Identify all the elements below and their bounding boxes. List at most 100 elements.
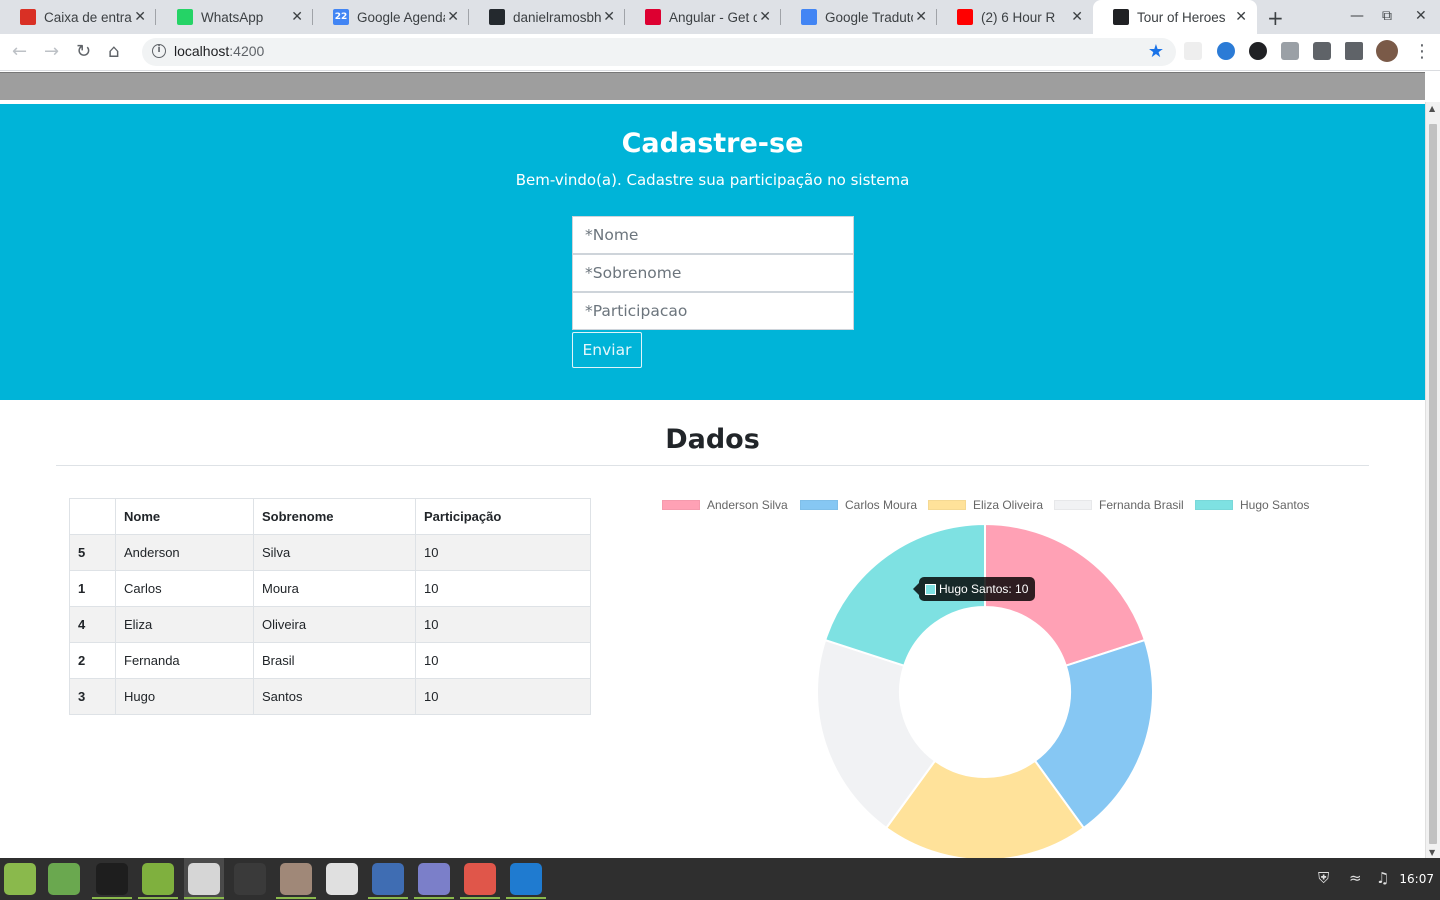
back-arrow-icon[interactable]: ← — [12, 41, 27, 62]
whatsapp-icon — [177, 9, 193, 25]
enviar-button[interactable]: Enviar — [572, 332, 642, 368]
tab-close-icon[interactable]: ✕ — [1235, 9, 1247, 25]
image-viewer-icon[interactable] — [464, 863, 496, 895]
chrome-icon[interactable] — [188, 863, 220, 895]
tooltip-caret — [913, 583, 919, 595]
camera-app-icon[interactable] — [280, 863, 312, 895]
legend-item[interactable]: Carlos Moura — [800, 498, 917, 512]
forward-arrow-icon[interactable]: → — [44, 41, 59, 62]
participacao-input[interactable] — [572, 292, 854, 330]
tab-close-icon[interactable]: ✕ — [291, 9, 303, 25]
sound-icon[interactable]: ♫ — [1376, 869, 1389, 887]
calculator-icon[interactable] — [234, 863, 266, 895]
gmail-icon — [20, 9, 36, 25]
extension-angular-icon[interactable] — [1249, 42, 1267, 60]
browser-tab-strip: + — ⧉ ✕ Caixa de entrada✕WhatsApp✕ 22 Goog… — [0, 0, 1440, 34]
browser-tab[interactable]: Google Tradutor ✕ — [781, 0, 937, 34]
nome-input[interactable] — [572, 216, 854, 254]
shield-icon[interactable]: ⛨ — [1318, 869, 1329, 887]
cell-sobrenome: Silva — [253, 534, 416, 571]
menu-kebab-icon[interactable]: ⋮ — [1413, 41, 1431, 62]
header-index — [69, 498, 116, 535]
browser-tab[interactable]: Caixa de entrada✕ — [0, 0, 156, 34]
address-bar[interactable]: i localhost:4200 ★ — [142, 38, 1176, 66]
translate-icon — [801, 9, 817, 25]
bookmark-star-icon[interactable]: ★ — [1148, 41, 1164, 62]
profile-avatar[interactable] — [1376, 40, 1398, 62]
browser-tab[interactable]: danielramosbh ✕ — [469, 0, 625, 34]
legend-label: Fernanda Brasil — [1099, 498, 1184, 512]
tab-close-icon[interactable]: ✕ — [603, 9, 615, 25]
sobrenome-input[interactable] — [572, 254, 854, 292]
extension-wave-icon[interactable] — [1184, 42, 1202, 60]
browser-tab[interactable]: Angular - Get d ✕ — [625, 0, 781, 34]
browser-tab[interactable]: (2) 6 Hour R ✕ — [937, 0, 1093, 34]
cell-sobrenome: Moura — [253, 570, 416, 607]
files-icon[interactable] — [142, 863, 174, 895]
running-indicator — [460, 897, 500, 899]
close-window-icon[interactable]: ✕ — [1415, 8, 1427, 24]
text-editor-icon[interactable] — [418, 863, 450, 895]
maximize-window-icon[interactable]: ⧉ — [1382, 8, 1392, 24]
legend-item[interactable]: Anderson Silva — [662, 498, 788, 512]
dados-title: Dados — [665, 424, 760, 455]
tab-title: danielramosbh — [513, 9, 601, 25]
webcam-icon[interactable] — [326, 863, 358, 895]
browser-tab[interactable]: Tour of Heroes ✕ — [1093, 0, 1257, 34]
table-header-row: Nome Sobrenome Participação — [69, 498, 591, 535]
minimize-window-icon[interactable]: — — [1350, 8, 1364, 24]
os-taskbar: ⛨ ≈ ♫ 16:07 — [0, 858, 1440, 900]
tab-separator — [155, 9, 156, 25]
tab-close-icon[interactable]: ✕ — [1071, 9, 1083, 25]
tab-close-icon[interactable]: ✕ — [759, 9, 771, 25]
extensions-puzzle-icon[interactable] — [1313, 42, 1331, 60]
site-info-icon[interactable]: i — [152, 44, 166, 58]
page-viewport: Cadastre-se Bem-vindo(a). Cadastre sua p… — [0, 72, 1440, 858]
scroll-up-arrow-icon[interactable]: ▲ — [1429, 104, 1435, 113]
tab-close-icon[interactable]: ✕ — [134, 9, 146, 25]
legend-label: Hugo Santos — [1240, 498, 1310, 512]
reload-icon[interactable]: ↻ — [76, 41, 91, 62]
home-icon[interactable]: ⌂ — [108, 41, 119, 62]
row-index: 2 — [69, 642, 116, 679]
mint-menu-icon[interactable] — [4, 863, 36, 895]
extension-blue-icon[interactable] — [1217, 42, 1235, 60]
running-indicator — [138, 897, 178, 899]
browser-tab[interactable]: 22 Google Agenda ✕ — [313, 0, 469, 34]
vscode-icon[interactable] — [510, 863, 542, 895]
table-row: 4 Eliza Oliveira 10 — [69, 606, 591, 643]
calendar-icon: 22 — [333, 9, 349, 25]
media-control-icon[interactable] — [1345, 42, 1363, 60]
legend-item[interactable]: Fernanda Brasil — [1054, 498, 1184, 512]
cell-sobrenome: Oliveira — [253, 606, 416, 643]
cell-participacao: 10 — [415, 534, 591, 571]
tab-close-icon[interactable]: ✕ — [447, 9, 459, 25]
wifi-icon[interactable]: ≈ — [1349, 869, 1362, 887]
legend-item[interactable]: Eliza Oliveira — [928, 498, 1043, 512]
row-index: 4 — [69, 606, 116, 643]
running-indicator — [414, 897, 454, 899]
row-index: 1 — [69, 570, 116, 607]
screenshot-icon[interactable] — [372, 863, 404, 895]
show-desktop-icon[interactable] — [48, 863, 80, 895]
page-scrollbar[interactable]: ▲ ▼ — [1425, 102, 1440, 858]
cast-icon[interactable] — [1281, 42, 1299, 60]
github-icon — [489, 9, 505, 25]
tab-title: Google Agenda — [357, 9, 445, 25]
register-subtitle: Bem-vindo(a). Cadastre sua participação … — [515, 171, 910, 189]
header-sobrenome: Sobrenome — [253, 498, 416, 535]
scroll-down-arrow-icon[interactable]: ▼ — [1429, 848, 1435, 857]
tab-close-icon[interactable]: ✕ — [915, 9, 927, 25]
browser-tab[interactable]: WhatsApp ✕ — [157, 0, 313, 34]
new-tab-button[interactable]: + — [1267, 6, 1284, 30]
legend-item[interactable]: Hugo Santos — [1195, 498, 1309, 512]
chart-tooltip: Hugo Santos: 10 — [913, 577, 1036, 601]
terminal-icon[interactable] — [96, 863, 128, 895]
tab-title: (2) 6 Hour R — [981, 9, 1056, 25]
clock[interactable]: 16:07 — [1399, 872, 1434, 886]
cell-participacao: 10 — [415, 678, 591, 715]
legend-swatch — [1054, 500, 1092, 510]
table-row: 2 Fernanda Brasil 10 — [69, 642, 591, 679]
scroll-thumb[interactable] — [1429, 124, 1437, 844]
cell-nome: Fernanda — [115, 642, 254, 679]
